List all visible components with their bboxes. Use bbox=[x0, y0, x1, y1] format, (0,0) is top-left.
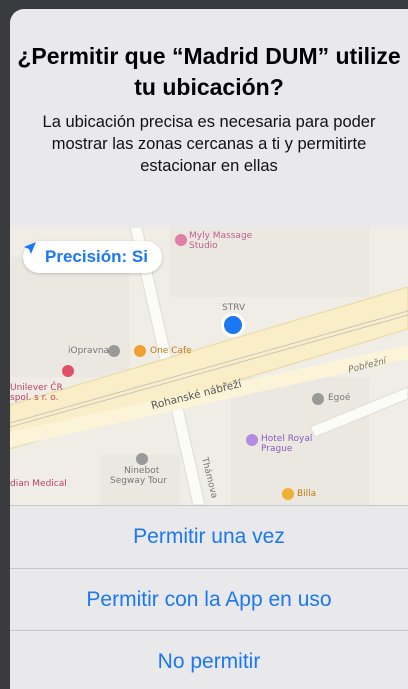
cafe-marker bbox=[134, 345, 146, 357]
allow-while-using-button[interactable]: Permitir con la App en uso bbox=[10, 569, 408, 631]
poi-label-egoe: Egoé bbox=[328, 393, 351, 403]
dialog-message: La ubicación precisa es necesaria para p… bbox=[42, 113, 376, 175]
allow-once-button[interactable]: Permitir una vez bbox=[10, 506, 408, 568]
hotel-marker bbox=[246, 434, 258, 446]
poi-label-hotel-2: Prague bbox=[261, 444, 293, 454]
deny-button[interactable]: No permitir bbox=[10, 631, 408, 689]
poi-label-onecafe: One Cafe bbox=[150, 346, 192, 356]
egoe-marker bbox=[312, 393, 324, 405]
ninebot-marker bbox=[136, 453, 148, 465]
poi-label-iopravna: iOpravna bbox=[68, 346, 110, 356]
poi-label-strv: STRV bbox=[222, 303, 246, 313]
poi-label-unilever-1: Unilever ČR bbox=[10, 383, 63, 393]
dialog-title: ¿Permitir que “Madrid DUM” utilize tu ub… bbox=[17, 43, 401, 100]
office-marker bbox=[62, 365, 74, 377]
map-preview: Myly Massage Studio STRV iOpravna One Ca… bbox=[10, 227, 408, 505]
poi-label-ninebot-2: Segway Tour bbox=[110, 476, 167, 486]
spa-marker bbox=[175, 234, 187, 246]
poi-label-unilever-2: spol. s r. o. bbox=[10, 393, 59, 403]
billa-marker bbox=[282, 488, 294, 500]
location-permission-dialog: ¿Permitir que “Madrid DUM” utilize tu ub… bbox=[10, 9, 408, 689]
user-location-dot bbox=[224, 316, 242, 334]
precision-label: Precisión: Si bbox=[45, 247, 148, 266]
poi-label-medical: dian Medical bbox=[10, 479, 67, 489]
poi-label-myly: Myly Massage bbox=[189, 231, 253, 241]
poi-label-ninebot-1: Ninebot bbox=[124, 466, 160, 476]
poi-label-hotel-1: Hotel Royal bbox=[261, 434, 313, 444]
poi-label-studio: Studio bbox=[189, 241, 218, 251]
shop-marker bbox=[108, 345, 120, 357]
poi-label-billa: Billa bbox=[297, 489, 317, 499]
precision-toggle[interactable]: Precisión: Si bbox=[23, 241, 162, 273]
